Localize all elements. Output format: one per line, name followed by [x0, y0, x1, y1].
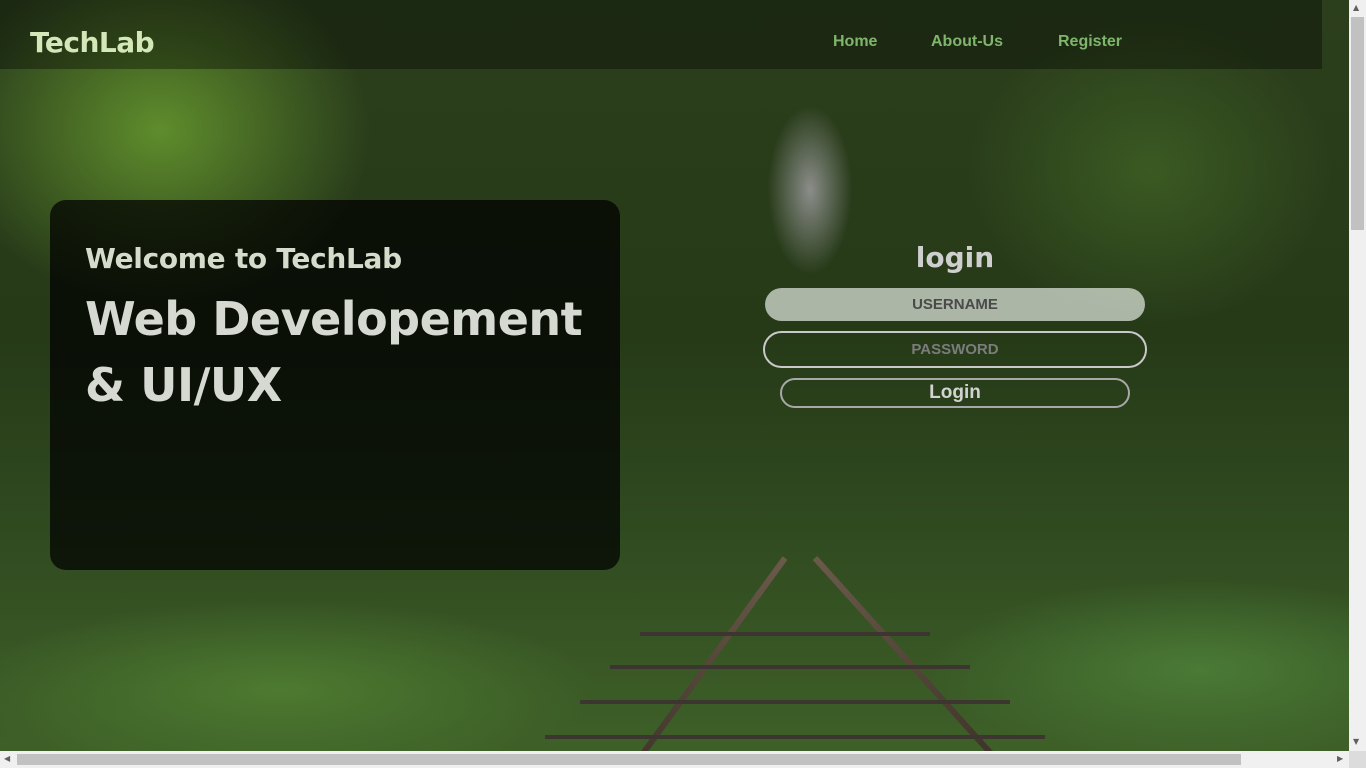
- scroll-right-arrow-icon[interactable]: ▶: [1337, 754, 1343, 764]
- rail-left: [606, 556, 788, 751]
- welcome-panel: Welcome to TechLab Web Developement & UI…: [50, 200, 620, 570]
- nav-link-register[interactable]: Register: [1058, 33, 1122, 51]
- scroll-down-arrow-icon[interactable]: ▼: [1353, 737, 1359, 747]
- brand-logo[interactable]: TechLab: [30, 26, 155, 60]
- welcome-greeting: Welcome to TechLab: [85, 242, 402, 275]
- horizontal-scroll-thumb[interactable]: [17, 754, 1241, 765]
- password-input[interactable]: [763, 331, 1147, 368]
- nav-link-about-us[interactable]: About-Us: [931, 33, 1003, 51]
- scrollbar-corner: [1349, 751, 1366, 768]
- track-sleeper: [640, 632, 930, 636]
- navbar: TechLab Home About-Us Register: [0, 0, 1322, 69]
- login-button[interactable]: Login: [780, 378, 1130, 408]
- scroll-left-arrow-icon[interactable]: ◀: [4, 754, 10, 764]
- username-input[interactable]: [765, 288, 1145, 321]
- scroll-up-arrow-icon[interactable]: ▲: [1353, 3, 1359, 13]
- nav-link-home[interactable]: Home: [833, 33, 877, 51]
- track-sleeper: [610, 665, 970, 669]
- track-sleeper: [545, 735, 1045, 739]
- track-sleeper: [580, 700, 1010, 704]
- rail-right: [812, 555, 1018, 751]
- vertical-scroll-thumb[interactable]: [1351, 17, 1364, 230]
- login-title: login: [915, 241, 995, 274]
- welcome-headline: Web Developement & UI/UX: [85, 292, 583, 412]
- vertical-scrollbar[interactable]: ▲ ▼: [1349, 0, 1366, 751]
- horizontal-scrollbar[interactable]: ◀ ▶: [0, 751, 1349, 768]
